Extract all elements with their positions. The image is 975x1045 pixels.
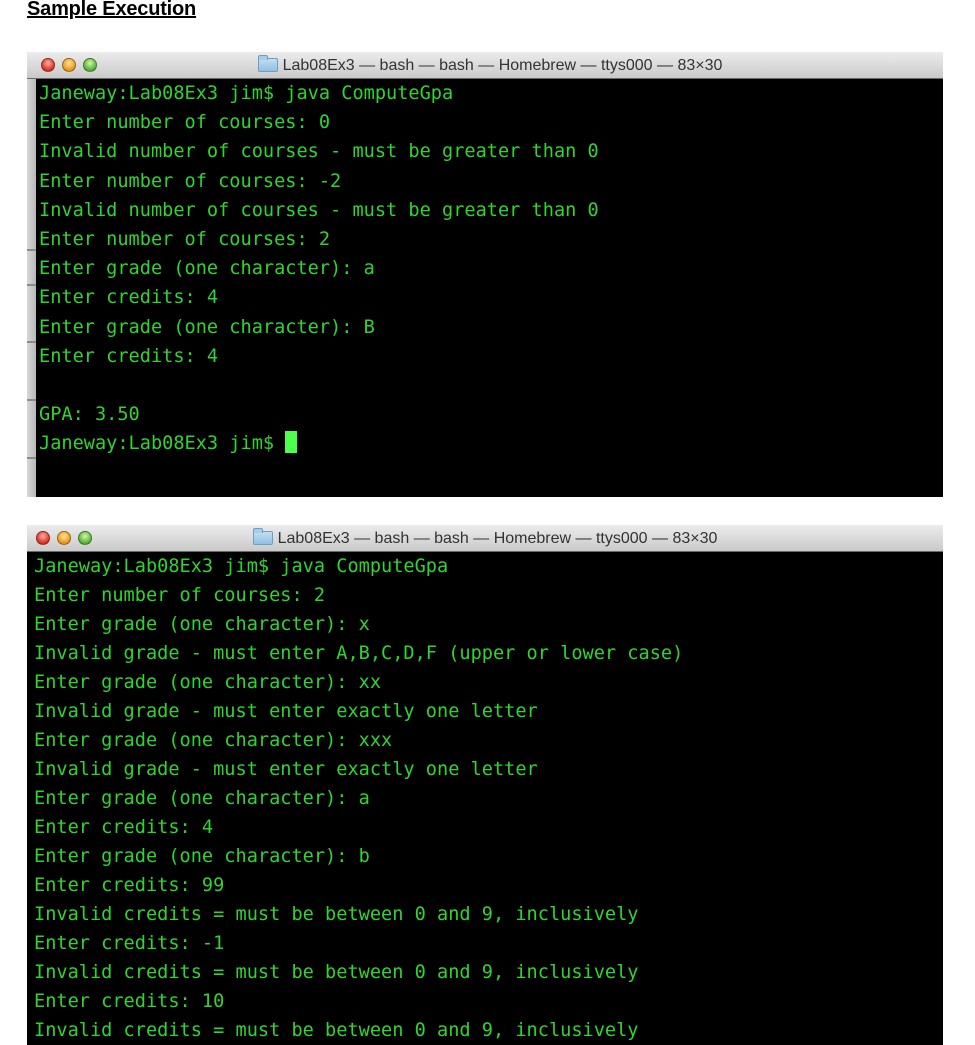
- terminal-line: Enter number of courses: 2: [39, 228, 331, 250]
- terminal-prompt-line: Janeway:Lab08Ex3 jim$: [39, 429, 943, 458]
- terminal-line: Enter grade (one character): a: [39, 258, 375, 280]
- text-cursor: [285, 431, 298, 454]
- terminal-line: Invalid grade - must enter exactly one l…: [34, 759, 538, 780]
- folder-icon: [257, 55, 278, 72]
- terminal-line: Janeway:Lab08Ex3 jim$ java ComputeGpa: [34, 556, 449, 577]
- terminal-line: Enter grade (one character): xxx: [34, 730, 393, 751]
- document-heading: Sample Execution: [27, 0, 197, 20]
- terminal-line: Enter number of courses: 0: [39, 112, 331, 134]
- terminal-line: GPA: 3.50: [39, 404, 140, 426]
- terminal-line: Invalid number of courses - must be grea…: [39, 199, 599, 221]
- terminal-line: Enter grade (one character): xx: [34, 672, 382, 693]
- terminal-line: Enter number of courses: -2: [39, 170, 342, 192]
- terminal-line: Invalid grade - must enter exactly one l…: [34, 701, 538, 722]
- window-titlebar[interactable]: Lab08Ex3 — bash — bash — Homebrew — ttys…: [27, 525, 943, 552]
- terminal-line: Enter credits: 4: [34, 817, 214, 838]
- window-title: Lab08Ex3 — bash — bash — Homebrew — ttys…: [27, 525, 943, 552]
- terminal-line: Enter credits: 99: [34, 875, 225, 896]
- terminal-line: Enter grade (one character): x: [34, 614, 370, 635]
- window-titlebar[interactable]: Lab08Ex3 — bash — bash — Homebrew — ttys…: [27, 52, 943, 79]
- terminal-line: Invalid credits = must be between 0 and …: [34, 904, 639, 925]
- window-title: Lab08Ex3 — bash — bash — Homebrew — ttys…: [27, 52, 943, 79]
- terminal-line: Enter grade (one character): b: [34, 846, 370, 867]
- terminal-line: Invalid grade - must enter A,B,C,D,F (up…: [34, 643, 684, 664]
- terminal-line: Enter grade (one character): a: [34, 788, 370, 809]
- terminal-line: Invalid number of courses - must be grea…: [39, 141, 599, 163]
- terminal-line: Enter credits: -1: [34, 933, 225, 954]
- terminal-line: Enter credits: 10: [34, 991, 225, 1012]
- terminal-line: Enter credits: 4: [39, 287, 219, 309]
- terminal-window-1[interactable]: Lab08Ex3 — bash — bash — Homebrew — ttys…: [27, 52, 943, 497]
- terminal-line: Invalid credits = must be between 0 and …: [34, 1020, 639, 1041]
- terminal-line: Enter credits: 4: [39, 345, 219, 367]
- background-window-edge: [27, 79, 36, 497]
- terminal-line: Enter number of courses: 2: [34, 585, 326, 606]
- terminal-output[interactable]: Janeway:Lab08Ex3 jim$ java ComputeGpa Ent…: [27, 79, 943, 458]
- terminal-window-2[interactable]: Lab08Ex3 — bash — bash — Homebrew — ttys…: [27, 525, 943, 1045]
- window-title-text: Lab08Ex3 — bash — bash — Homebrew — ttys…: [277, 530, 718, 547]
- terminal-output[interactable]: Janeway:Lab08Ex3 jim$ java ComputeGpa Ent…: [27, 552, 943, 1045]
- terminal-line: Enter grade (one character): B: [39, 316, 375, 338]
- folder-icon: [252, 528, 273, 545]
- shell-prompt: Janeway:Lab08Ex3 jim$: [39, 433, 286, 455]
- terminal-line: Janeway:Lab08Ex3 jim$ java ComputeGpa: [39, 83, 454, 104]
- terminal-line: Invalid credits = must be between 0 and …: [34, 962, 639, 983]
- window-title-text: Lab08Ex3 — bash — bash — Homebrew — ttys…: [282, 57, 723, 74]
